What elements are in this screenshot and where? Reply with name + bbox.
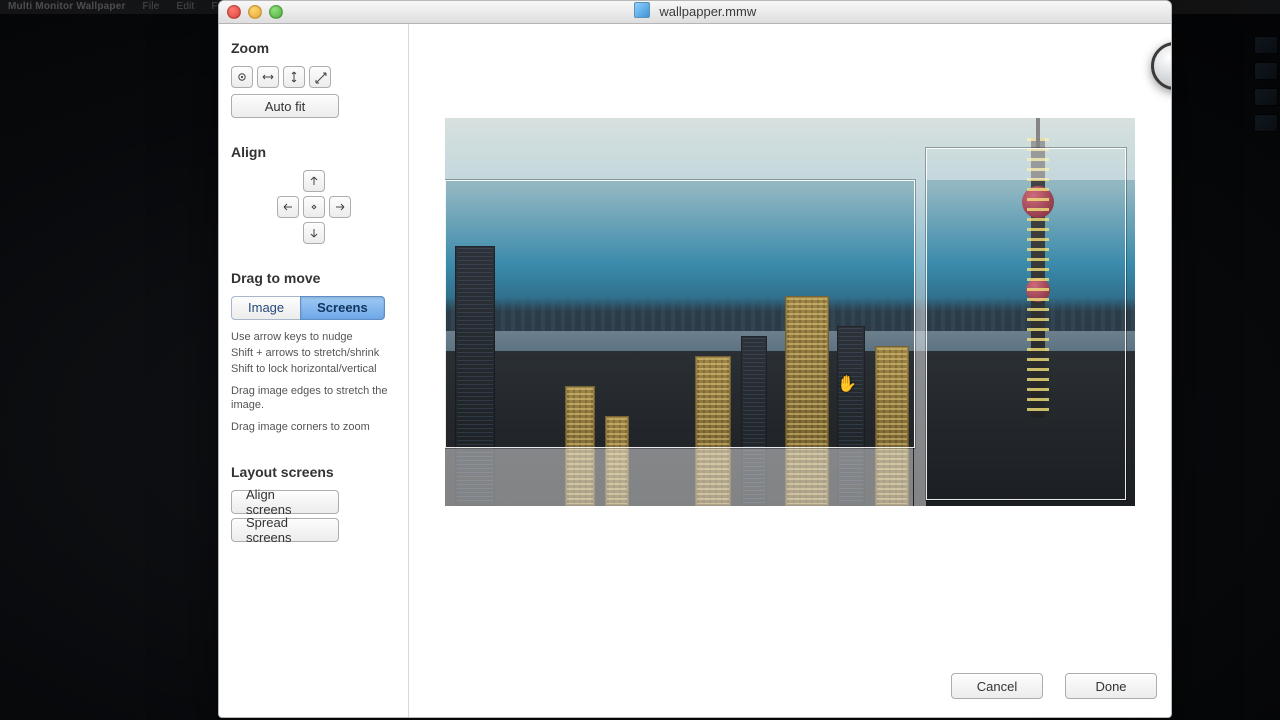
menubar-item-edit[interactable]: Edit bbox=[176, 1, 194, 12]
drag-mode-screens[interactable]: Screens bbox=[300, 296, 385, 320]
zoom-actual-size-button[interactable] bbox=[231, 66, 253, 88]
align-center-button[interactable] bbox=[303, 196, 325, 218]
window-controls bbox=[227, 5, 283, 19]
minimize-window-button[interactable] bbox=[248, 5, 262, 19]
align-screens-button[interactable]: Align screens bbox=[231, 490, 339, 514]
wallpaper-stage[interactable]: ✋ bbox=[445, 118, 1135, 506]
arrow-down-icon bbox=[308, 227, 320, 239]
align-top-button[interactable] bbox=[303, 170, 325, 192]
zoom-heading: Zoom bbox=[231, 40, 396, 56]
fit-diagonal-icon bbox=[314, 71, 326, 83]
zoom-fit-height-button[interactable] bbox=[283, 66, 305, 88]
done-button[interactable]: Done bbox=[1065, 673, 1157, 699]
progress-indicator bbox=[1151, 42, 1172, 90]
align-bottom-button[interactable] bbox=[303, 222, 325, 244]
app-window: wallpapper.mmw Zoom bbox=[218, 0, 1172, 718]
preview-canvas[interactable]: ✋ Cancel Done bbox=[409, 24, 1171, 717]
align-heading: Align bbox=[231, 144, 396, 160]
menubar-app-name: Multi Monitor Wallpaper bbox=[8, 1, 126, 12]
zoom-window-button[interactable] bbox=[269, 5, 283, 19]
arrow-left-icon bbox=[282, 201, 294, 213]
desktop-thumbnails bbox=[1254, 36, 1278, 132]
layout-heading: Layout screens bbox=[231, 464, 396, 480]
center-icon bbox=[308, 201, 320, 213]
zoom-fit-width-button[interactable] bbox=[257, 66, 279, 88]
cancel-button[interactable]: Cancel bbox=[951, 673, 1043, 699]
arrow-up-icon bbox=[308, 175, 320, 187]
align-left-button[interactable] bbox=[277, 196, 299, 218]
fit-horizontal-icon bbox=[262, 71, 274, 83]
drag-mode-segment: Image Screens bbox=[231, 296, 396, 320]
titlebar[interactable]: wallpapper.mmw bbox=[219, 1, 1171, 24]
dialog-footer: Cancel Done bbox=[951, 673, 1157, 699]
close-window-button[interactable] bbox=[227, 5, 241, 19]
drag-mode-image[interactable]: Image bbox=[231, 296, 300, 320]
arrow-right-icon bbox=[334, 201, 346, 213]
drag-heading: Drag to move bbox=[231, 270, 396, 286]
fit-vertical-icon bbox=[288, 71, 300, 83]
sidebar: Zoom bbox=[219, 24, 409, 717]
spread-screens-button[interactable]: Spread screens bbox=[231, 518, 339, 542]
auto-fit-button[interactable]: Auto fit bbox=[231, 94, 339, 118]
zoom-fit-diagonal-button[interactable] bbox=[309, 66, 331, 88]
align-right-button[interactable] bbox=[329, 196, 351, 218]
window-title: wallpapper.mmw bbox=[659, 4, 756, 19]
menubar-item-file[interactable]: File bbox=[143, 1, 160, 12]
drag-help-text: Use arrow keys to nudge Shift + arrows t… bbox=[231, 330, 396, 434]
document-icon bbox=[634, 2, 650, 18]
target-icon bbox=[236, 71, 248, 83]
